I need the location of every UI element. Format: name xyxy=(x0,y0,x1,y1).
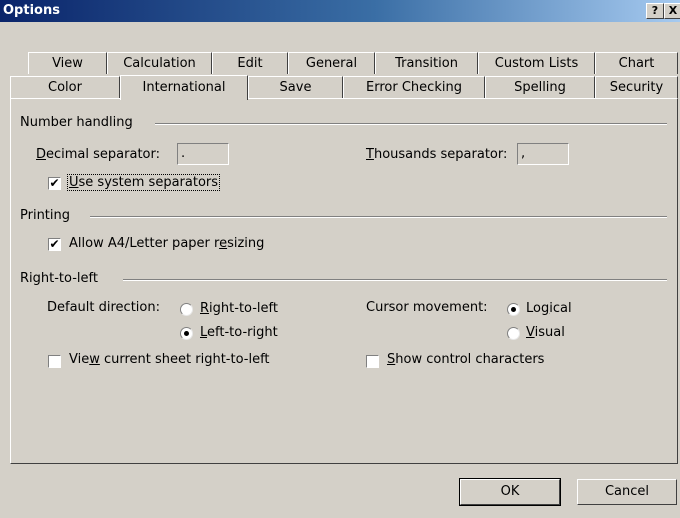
use-system-separators-label[interactable]: Use system separators xyxy=(67,174,221,191)
ok-button[interactable]: OK xyxy=(459,478,561,506)
help-button[interactable]: ? xyxy=(646,3,664,19)
right-to-left-option-label[interactable]: Right-to-left xyxy=(200,301,278,316)
logical-radio[interactable] xyxy=(507,303,520,316)
group-divider xyxy=(155,123,667,125)
visual-radio[interactable] xyxy=(507,327,520,340)
use-system-separators-checkbox[interactable]: ✔ xyxy=(48,177,61,190)
printing-title: Printing xyxy=(20,208,77,223)
tab-save[interactable]: Save xyxy=(248,76,343,98)
right-to-left-radio[interactable] xyxy=(180,303,193,316)
tab-general[interactable]: General xyxy=(288,52,375,74)
logical-option-label[interactable]: Logical xyxy=(526,301,572,316)
default-direction-label: Default direction: xyxy=(47,300,160,315)
thousands-separator-field[interactable]: , xyxy=(517,143,569,165)
tab-error-checking[interactable]: Error Checking xyxy=(343,76,485,98)
tab-spelling[interactable]: Spelling xyxy=(485,76,595,98)
tab-international[interactable]: International xyxy=(120,75,248,100)
tab-calculation[interactable]: Calculation xyxy=(107,52,212,74)
view-sheet-rtl-checkbox[interactable] xyxy=(48,355,61,368)
a4-letter-resizing-checkbox[interactable]: ✔ xyxy=(48,238,61,251)
tab-edit[interactable]: Edit xyxy=(212,52,288,74)
group-divider xyxy=(90,216,667,218)
left-to-right-option-label[interactable]: Left-to-right xyxy=(200,325,278,340)
right-to-left-title: Right-to-left xyxy=(20,271,104,286)
group-divider xyxy=(123,279,667,281)
window-title: Options xyxy=(3,3,60,18)
tab-view[interactable]: View xyxy=(28,52,107,74)
show-control-characters-checkbox[interactable] xyxy=(366,355,379,368)
view-sheet-rtl-label[interactable]: View current sheet right-to-left xyxy=(69,352,270,367)
decimal-separator-label: Decimal separator: xyxy=(36,147,160,162)
left-to-right-radio[interactable] xyxy=(180,327,193,340)
close-button[interactable]: X xyxy=(664,3,680,19)
radio-selected-dot xyxy=(511,307,516,312)
cursor-movement-label: Cursor movement: xyxy=(366,300,488,315)
title-bar: Options ? X xyxy=(0,0,680,22)
cancel-button[interactable]: Cancel xyxy=(577,479,677,505)
decimal-separator-field[interactable]: . xyxy=(177,143,229,165)
number-handling-title: Number handling xyxy=(20,115,139,130)
tab-custom-lists[interactable]: Custom Lists xyxy=(478,52,595,74)
a4-letter-resizing-label[interactable]: Allow A4/Letter paper resizing xyxy=(69,236,264,251)
tab-color[interactable]: Color xyxy=(10,76,120,98)
radio-selected-dot xyxy=(184,331,189,336)
thousands-separator-label: Thousands separator: xyxy=(366,147,508,162)
tab-chart[interactable]: Chart xyxy=(595,52,678,74)
visual-option-label[interactable]: Visual xyxy=(526,325,565,340)
tab-security[interactable]: Security xyxy=(595,76,678,98)
tab-transition[interactable]: Transition xyxy=(375,52,478,74)
show-control-characters-label[interactable]: Show control characters xyxy=(387,352,544,367)
